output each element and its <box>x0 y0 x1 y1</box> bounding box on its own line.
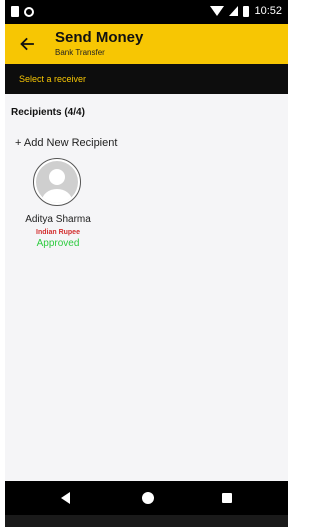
sim-icon <box>11 6 19 17</box>
avatar <box>33 158 81 206</box>
select-receiver-bar: Select a receiver <box>5 64 288 94</box>
nav-back-icon[interactable] <box>61 492 70 504</box>
nav-recents-icon[interactable] <box>222 493 232 503</box>
notification-circle-icon <box>24 6 34 17</box>
status-bar-right: 10:52 <box>210 4 282 18</box>
battery-icon <box>243 5 250 17</box>
nav-home-icon[interactable] <box>142 492 154 504</box>
status-bar: 10:52 <box>5 0 288 24</box>
page-title: Send Money <box>55 29 144 46</box>
recipient-card[interactable]: Aditya Sharma Indian Rupee Approved <box>19 158 97 254</box>
status-time: 10:52 <box>254 5 282 17</box>
recipients-section: Recipients (4/4) + Add New Recipient Adi… <box>5 94 288 481</box>
app-bar: Send Money Bank Transfer <box>5 24 288 64</box>
select-receiver-label: Select a receiver <box>19 74 87 84</box>
back-button[interactable] <box>15 32 39 56</box>
recipients-header: Recipients (4/4) <box>11 107 85 118</box>
status-badge: Approved <box>36 238 80 249</box>
wifi-icon <box>210 6 225 16</box>
page-subtitle: Bank Transfer <box>55 48 105 57</box>
recipient-currency: Indian Rupee <box>36 229 80 236</box>
status-bar-left <box>11 6 34 17</box>
signal-icon <box>229 6 239 16</box>
recipient-name: Aditya Sharma <box>25 214 91 225</box>
bottom-strip <box>5 515 288 527</box>
arrow-left-icon <box>20 37 34 51</box>
navigation-bar <box>5 481 288 515</box>
device-frame: 10:52 Send Money Bank Transfer Select a … <box>5 0 288 527</box>
user-placeholder-icon <box>36 161 78 203</box>
screen: 10:52 Send Money Bank Transfer Select a … <box>0 0 291 527</box>
add-new-recipient-button[interactable]: + Add New Recipient <box>15 137 117 150</box>
